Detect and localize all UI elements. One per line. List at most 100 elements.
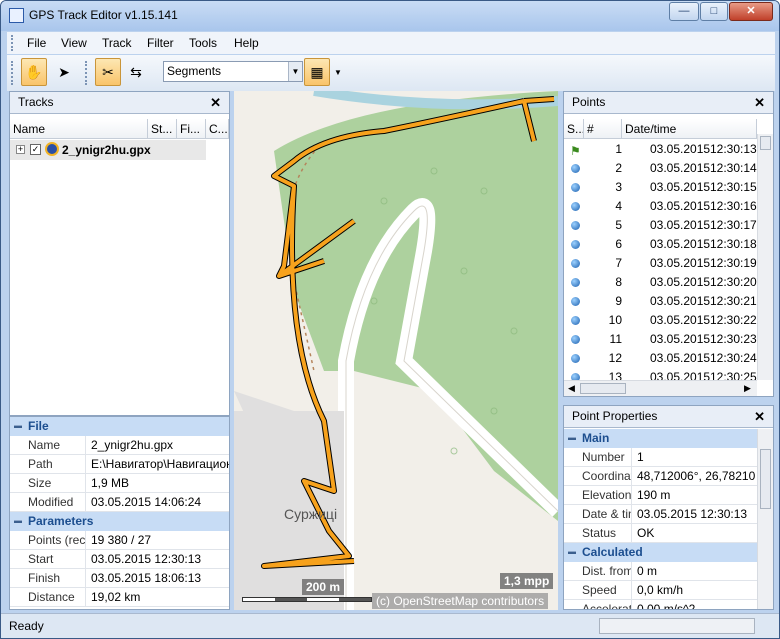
scroll-left-icon[interactable]: ◀	[568, 383, 575, 394]
menu-view[interactable]: View	[61, 36, 87, 50]
track-row[interactable]: + ✓ 2_ynigr2hu.gpx	[10, 140, 206, 160]
window-title: GPS Track Editor v1.15.141	[29, 8, 178, 22]
points-vscroll[interactable]	[757, 134, 773, 380]
menu-file[interactable]: File	[27, 36, 46, 50]
property-value[interactable]: 190 m	[634, 486, 757, 504]
mpp-label: 1,3 mpp	[500, 573, 554, 589]
property-value[interactable]: 48,712006°, 26,78210	[634, 467, 757, 485]
hscroll-thumb[interactable]	[580, 383, 626, 394]
property-row[interactable]: Status OK	[564, 524, 757, 543]
point-row[interactable]: 9 03.05.2015 12:30:21	[564, 292, 757, 311]
point-row[interactable]: 7 03.05.2015 12:30:19	[564, 254, 757, 273]
property-row[interactable]: Acceleration0,00 m/s^2	[564, 600, 757, 609]
col-status[interactable]: S...	[564, 119, 584, 139]
expand-icon[interactable]: +	[16, 145, 25, 154]
section-calculated[interactable]: Calculated	[564, 543, 757, 562]
map-dropdown-icon[interactable]: ▼	[334, 68, 342, 77]
point-row[interactable]: 11 03.05.2015 12:30:23	[564, 330, 757, 349]
scroll-thumb[interactable]	[760, 449, 771, 509]
point-date: 03.05.2015	[650, 256, 711, 270]
map-view[interactable]: Суржиці 200 m 1,3 mpp (c) OpenStreetMap …	[234, 91, 558, 610]
property-row[interactable]: Dist. from st0 m	[564, 562, 757, 581]
point-row[interactable]: ⚑ 1 03.05.2015 12:30:13	[564, 140, 757, 159]
track-checkbox[interactable]: ✓	[30, 144, 41, 155]
segments-select[interactable]: Segments ▼	[163, 61, 303, 82]
col-datetime[interactable]: Date/time	[622, 119, 757, 139]
chevron-down-icon[interactable]: ▼	[288, 62, 302, 81]
section-main[interactable]: Main	[564, 429, 757, 448]
property-value[interactable]: 19,02 km	[88, 588, 229, 606]
close-icon[interactable]: ✕	[754, 406, 765, 427]
point-row[interactable]: 3 03.05.2015 12:30:15	[564, 178, 757, 197]
pointer-icon[interactable]: ➤	[51, 58, 77, 86]
menu-track[interactable]: Track	[102, 36, 132, 50]
property-row[interactable]: Coordinates48,712006°, 26,78210	[564, 467, 757, 486]
property-row[interactable]: Finish 03.05.2015 18:06:13	[10, 569, 229, 588]
points-hscroll[interactable]: ◀ ▶	[564, 380, 757, 396]
point-row[interactable]: 6 03.05.2015 12:30:18	[564, 235, 757, 254]
point-row[interactable]: 8 03.05.2015 12:30:20	[564, 273, 757, 292]
point-date: 03.05.2015	[650, 142, 711, 156]
point-row[interactable]: 10 03.05.2015 12:30:22	[564, 311, 757, 330]
property-row[interactable]: Distance 19,02 km	[10, 588, 229, 607]
property-value[interactable]: 0 m	[634, 562, 757, 580]
minimize-button[interactable]: —	[669, 2, 699, 21]
point-date: 03.05.2015	[650, 275, 711, 289]
map-icon[interactable]: ▦	[304, 58, 330, 86]
point-properties-vscroll[interactable]	[757, 429, 773, 609]
property-value[interactable]: 0,00 m/s^2	[634, 600, 757, 609]
hand-icon[interactable]: ✋	[21, 58, 47, 86]
col-number[interactable]: #	[584, 119, 622, 139]
property-value[interactable]: 1,9 MB	[88, 474, 229, 492]
point-date: 03.05.2015	[650, 218, 711, 232]
menu-filter[interactable]: Filter	[147, 36, 174, 50]
scroll-right-icon[interactable]: ▶	[744, 383, 751, 394]
property-row[interactable]: Path E:\Навигатор\Навигацион	[10, 455, 229, 474]
property-value[interactable]: 03.05.2015 18:06:13	[88, 569, 229, 587]
point-number: 11	[609, 332, 622, 346]
menu-tools[interactable]: Tools	[189, 36, 217, 50]
point-row[interactable]: 2 03.05.2015 12:30:14	[564, 159, 757, 178]
scroll-thumb[interactable]	[760, 136, 771, 150]
point-number: 7	[615, 256, 622, 270]
property-row[interactable]: Start 03.05.2015 12:30:13	[10, 550, 229, 569]
property-value[interactable]: 2_ynigr2hu.gpx	[88, 436, 229, 454]
map-canvas[interactable]	[234, 91, 558, 610]
close-icon[interactable]: ✕	[210, 92, 221, 113]
point-row[interactable]: 4 03.05.2015 12:30:16	[564, 197, 757, 216]
property-value[interactable]: 0,0 km/h	[634, 581, 757, 599]
col-file[interactable]: Fi...	[177, 119, 206, 139]
maximize-button[interactable]: □	[700, 2, 728, 21]
point-time: 12:30:19	[710, 256, 757, 270]
property-value[interactable]: OK	[634, 524, 757, 542]
menu-help[interactable]: Help	[234, 36, 259, 50]
point-number: 6	[615, 237, 622, 251]
point-row[interactable]: 5 03.05.2015 12:30:17	[564, 216, 757, 235]
point-row[interactable]: 12 03.05.2015 12:30:24	[564, 349, 757, 368]
point-number: 12	[608, 351, 622, 365]
property-value[interactable]: 03.05.2015 14:06:24	[88, 493, 229, 511]
property-row[interactable]: Size 1,9 MB	[10, 474, 229, 493]
col-status[interactable]: St...	[148, 119, 177, 139]
swap-arrows-icon[interactable]: ⇆	[123, 58, 149, 86]
col-name[interactable]: Name	[10, 119, 148, 139]
property-row[interactable]: Number 1	[564, 448, 757, 467]
property-row[interactable]: Name 2_ynigr2hu.gpx	[10, 436, 229, 455]
cut-segment-icon[interactable]: ✂	[95, 58, 121, 86]
property-row[interactable]: Speed 0,0 km/h	[564, 581, 757, 600]
property-value[interactable]: 03.05.2015 12:30:13	[634, 505, 757, 523]
section-parameters[interactable]: Parameters	[10, 512, 229, 531]
property-row[interactable]: Date & time03.05.2015 12:30:13	[564, 505, 757, 524]
close-button[interactable]: ✕	[729, 2, 773, 21]
col-color[interactable]: C...	[206, 119, 229, 139]
property-row[interactable]: Modified 03.05.2015 14:06:24	[10, 493, 229, 512]
close-icon[interactable]: ✕	[754, 92, 765, 113]
property-row[interactable]: Elevation 190 m	[564, 486, 757, 505]
property-value[interactable]: 19 380 / 27	[88, 531, 229, 549]
property-value[interactable]: 03.05.2015 12:30:13	[88, 550, 229, 568]
property-key: Number	[582, 448, 632, 466]
property-value[interactable]: 1	[634, 448, 757, 466]
property-value[interactable]: E:\Навигатор\Навигацион	[88, 455, 229, 473]
section-file[interactable]: File	[10, 417, 229, 436]
property-row[interactable]: Points (rec 19 380 / 27	[10, 531, 229, 550]
